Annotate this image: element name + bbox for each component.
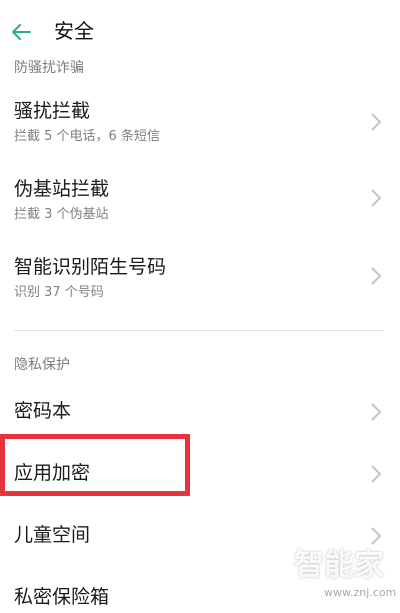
chevron-right-icon [371, 527, 382, 545]
row-title: 智能识别陌生号码 [14, 256, 167, 278]
row-subtitle: 拦截 3 个伪基站 [14, 207, 109, 222]
chevron-right-icon [371, 465, 382, 483]
chevron-right-icon [371, 113, 382, 131]
row-title: 密码本 [14, 400, 72, 422]
row-subtitle: 识别 37 个号码 [14, 285, 104, 300]
section-label-privacy: 隐私保护 [14, 357, 70, 373]
fake-base-station-row[interactable]: 伪基站拦截 拦截 3 个伪基站 [0, 168, 400, 234]
section-label-anti-harassment: 防骚扰诈骗 [14, 60, 84, 76]
row-subtitle: 拦截 5 个电话，6 条短信 [14, 129, 160, 144]
row-title: 私密保险箱 [14, 586, 110, 608]
row-title: 儿童空间 [14, 524, 91, 546]
watermark-url: www.znj.com [324, 586, 397, 599]
row-title: 骚扰拦截 [14, 100, 91, 122]
password-book-row[interactable]: 密码本 [0, 390, 400, 434]
watermark-text: 智能家 [294, 548, 384, 583]
chevron-right-icon [371, 267, 382, 285]
chevron-right-icon [371, 189, 382, 207]
back-arrow-icon[interactable] [10, 22, 32, 42]
divider [14, 330, 384, 331]
smart-caller-id-row[interactable]: 智能识别陌生号码 识别 37 个号码 [0, 246, 400, 312]
chevron-right-icon [371, 403, 382, 421]
harassment-block-row[interactable]: 骚扰拦截 拦截 5 个电话，6 条短信 [0, 90, 400, 156]
top-bar: 安全 [0, 0, 400, 64]
highlight-box [0, 434, 190, 496]
watermark-logo: 智能家 www.znj.com [290, 548, 398, 608]
row-title: 伪基站拦截 [14, 178, 110, 200]
page-title: 安全 [54, 19, 94, 43]
